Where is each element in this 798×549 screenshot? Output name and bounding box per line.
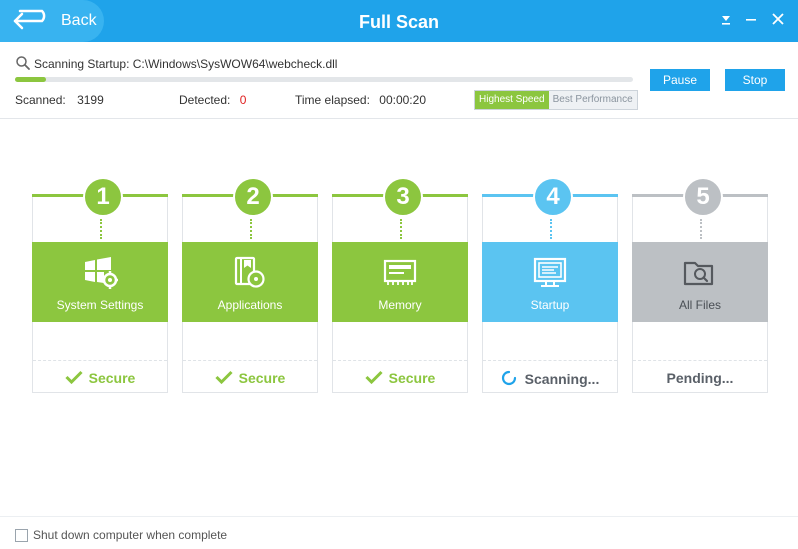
shutdown-label[interactable]: Shut down computer when complete [33, 528, 227, 542]
back-button[interactable]: Back [0, 0, 104, 42]
step-face: Startup [482, 242, 618, 322]
step-card-startup: 4 Startup Scanning... [482, 177, 618, 393]
speed-mode-toggle: Highest Speed Best Performance [474, 90, 638, 110]
step-number-badge: 4 [533, 177, 573, 217]
step-number-badge: 5 [683, 177, 723, 217]
step-status-label: Secure [238, 370, 286, 386]
step-number-badge: 2 [233, 177, 273, 217]
step-label: All Files [678, 298, 721, 312]
step-status-label: Secure [88, 370, 136, 386]
back-label: Back [61, 12, 97, 29]
elapsed-label: Time elapsed: [295, 93, 370, 107]
step-number-badge: 3 [383, 177, 423, 217]
checkmark-icon [215, 370, 233, 385]
step-card-memory: 3 Memory Secure [332, 177, 468, 393]
step-connector [100, 219, 102, 239]
step-status-secure: Secure [33, 370, 167, 386]
chevron-down-icon[interactable] [717, 10, 735, 28]
step-divider [483, 360, 617, 361]
pause-button[interactable]: Pause [650, 69, 710, 91]
step-status-scanning: Scanning... [483, 370, 617, 387]
detected-label: Detected: [179, 93, 231, 107]
scan-status-panel: Scanning Startup: C:\Windows\SysWOW64\we… [0, 42, 798, 119]
step-status-pending: Pending... [633, 370, 767, 386]
step-status-secure: Secure [333, 370, 467, 386]
close-icon[interactable] [769, 10, 787, 28]
step-card-all-files: 5 All Files Pending... [632, 177, 768, 393]
spinner-icon [501, 370, 516, 386]
best-performance-option[interactable]: Best Performance [548, 91, 637, 109]
step-connector [550, 219, 552, 239]
folder-search-icon [683, 261, 714, 286]
current-scan-path: C:\Windows\SysWOW64\webcheck.dll [132, 57, 338, 71]
windows-gear-icon [85, 257, 118, 289]
step-status-secure: Secure [183, 370, 317, 386]
step-label: Startup [530, 298, 570, 312]
step-status-label: Secure [388, 370, 436, 386]
step-connector [700, 219, 702, 239]
back-arrow-icon [13, 9, 46, 30]
step-connector [400, 219, 402, 239]
highest-speed-option[interactable]: Highest Speed [475, 91, 549, 109]
step-face: All Files [632, 242, 768, 322]
step-divider [333, 360, 467, 361]
step-label: Memory [378, 298, 422, 312]
step-number-badge: 1 [83, 177, 123, 217]
scanned-label: Scanned: [15, 93, 66, 107]
scanned-count: Scanned: 3199 [15, 93, 104, 107]
minimize-icon[interactable] [742, 10, 760, 28]
checkmark-icon [65, 370, 83, 385]
step-label: Applications [217, 298, 283, 312]
step-face: Memory [332, 242, 468, 322]
step-divider [633, 360, 767, 361]
step-card-applications: 2 Applications Secure [182, 177, 318, 393]
detected-value: 0 [239, 93, 247, 107]
elapsed-value: 00:00:20 [379, 93, 426, 107]
current-scan-label: Scanning Startup: [34, 57, 130, 71]
step-divider [183, 360, 317, 361]
memory-icon [383, 259, 417, 285]
step-label: System Settings [56, 298, 144, 312]
step-divider [33, 360, 167, 361]
time-elapsed: Time elapsed: 00:00:20 [295, 93, 426, 107]
startup-icon [533, 257, 567, 287]
window-title: Full Scan [358, 12, 439, 32]
stop-button[interactable]: Stop [725, 69, 785, 91]
step-status-label: Pending... [666, 370, 734, 386]
scan-progress-fill [15, 77, 46, 82]
footer-bar: Shut down computer when complete [0, 516, 798, 549]
current-scan-item: Scanning Startup: C:\Windows\SysWOW64\we… [34, 57, 337, 71]
search-icon [16, 56, 30, 70]
step-face: Applications [182, 242, 318, 322]
shutdown-checkbox[interactable] [15, 529, 28, 542]
applications-icon [234, 256, 265, 288]
step-card-system-settings: 1 System Settings Secure [32, 177, 168, 393]
checkmark-icon [365, 370, 383, 385]
step-status-label: Scanning... [524, 371, 600, 387]
detected-count: Detected: 0 [179, 93, 246, 107]
step-connector [250, 219, 252, 239]
title-bar: Back Full Scan [0, 0, 798, 42]
scanned-value: 3199 [77, 93, 104, 107]
step-face: System Settings [32, 242, 168, 322]
scan-progress-bar [15, 77, 633, 82]
